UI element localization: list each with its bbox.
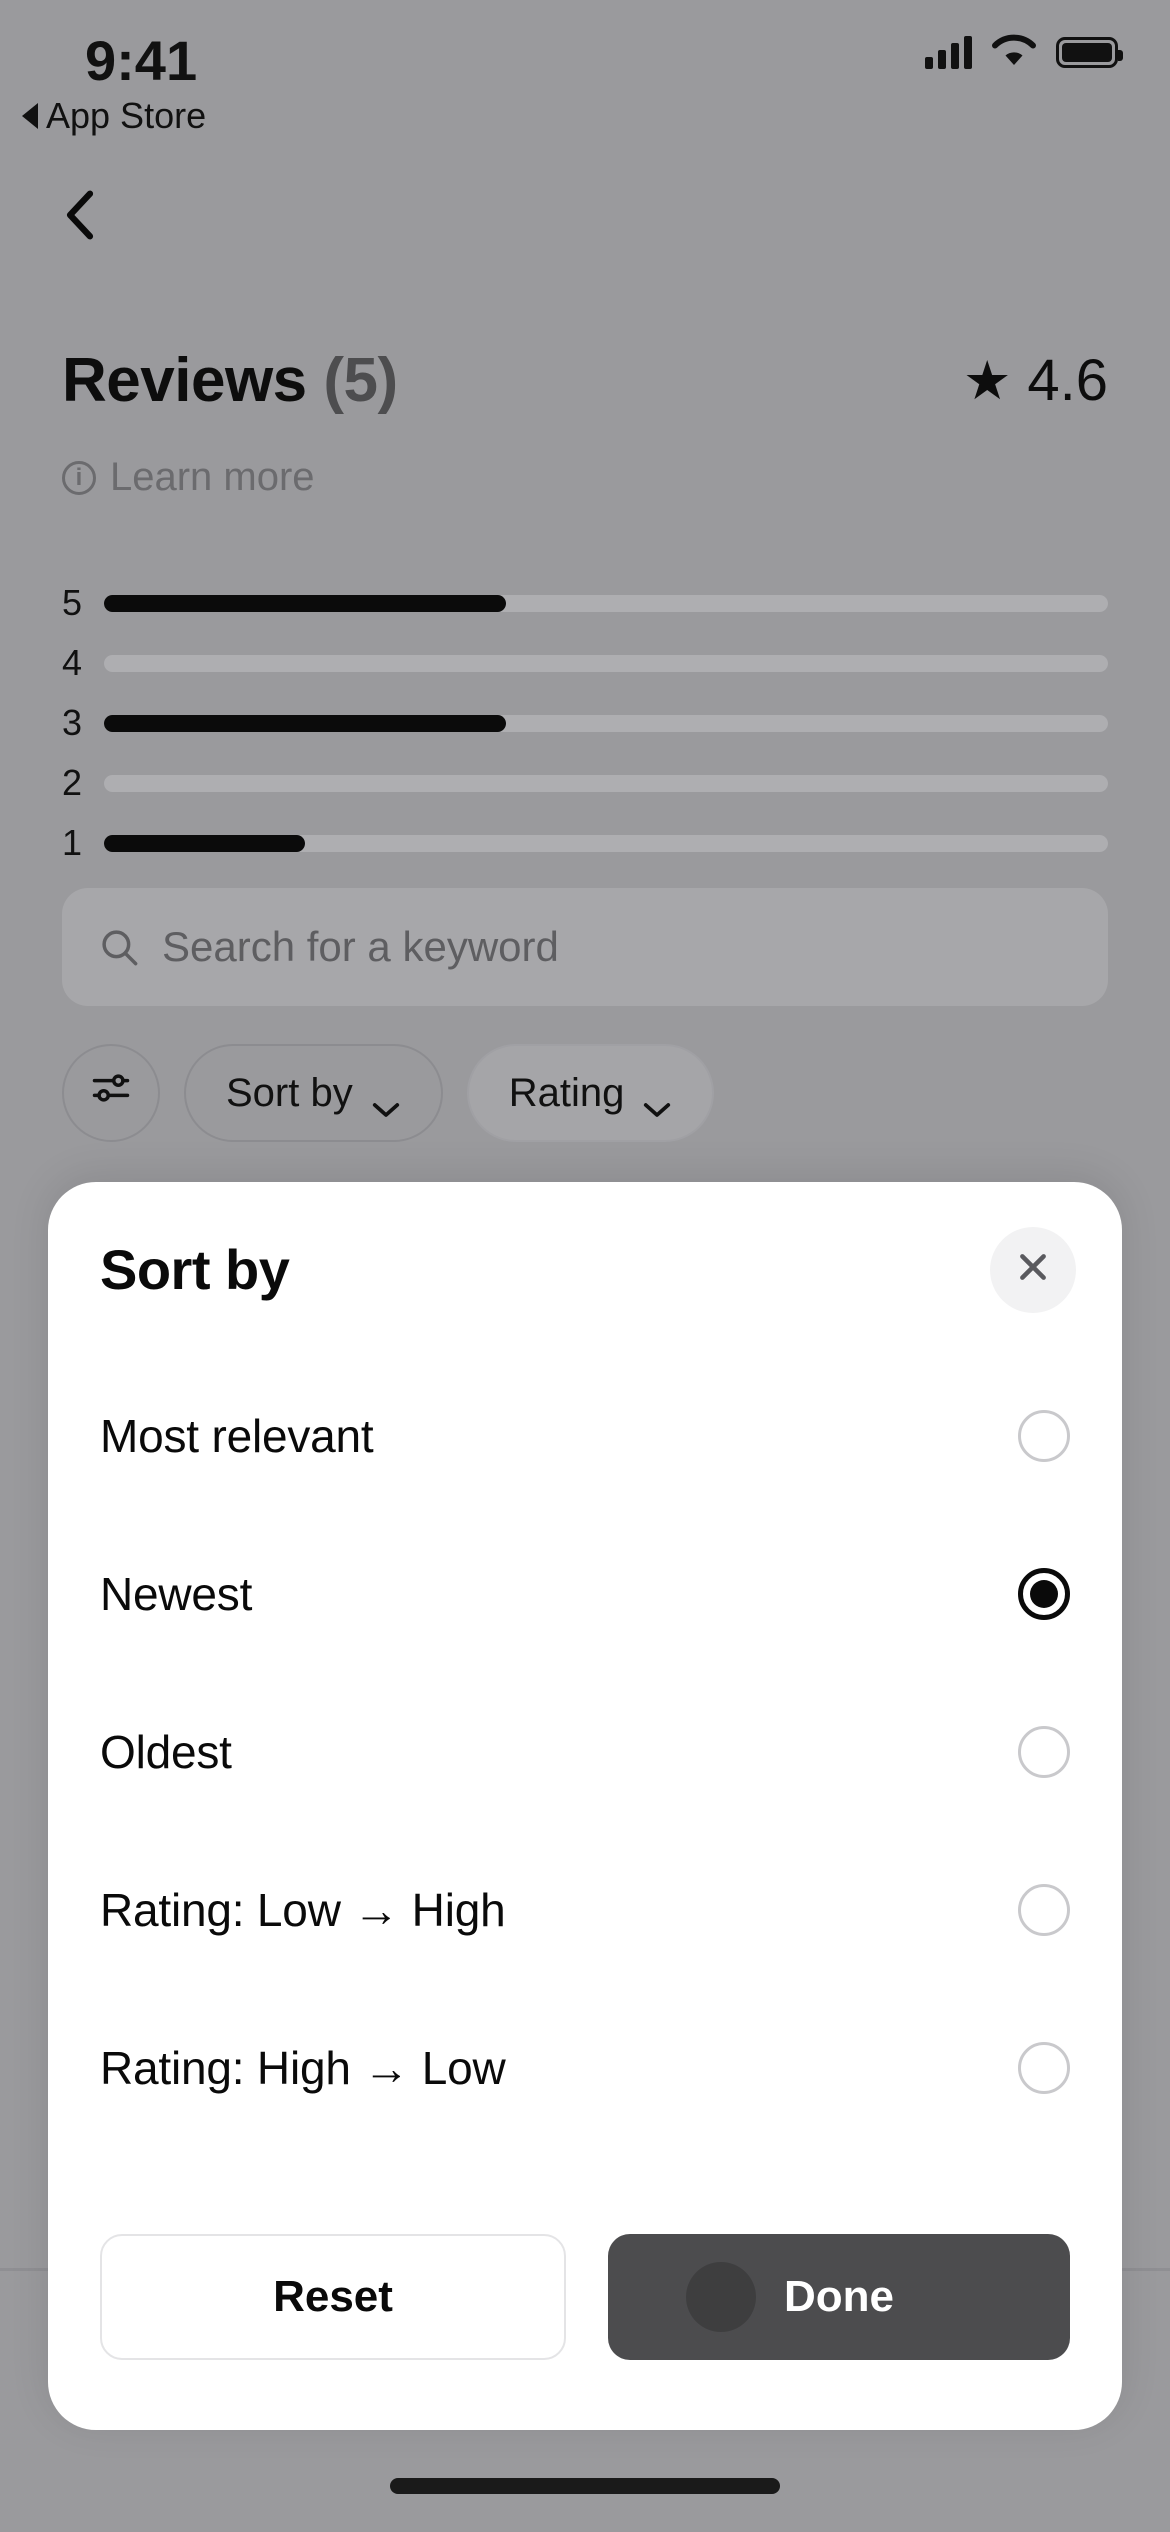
cellular-signal-icon: [925, 35, 972, 69]
wifi-icon: [990, 32, 1038, 73]
rating-bar-fill: [104, 714, 506, 732]
back-to-app-store-link[interactable]: App Store: [22, 95, 206, 137]
sort-option-radio[interactable]: [1018, 1410, 1070, 1462]
rating-bar-row[interactable]: 1: [62, 822, 1108, 863]
sheet-action-bar: Reset Done: [48, 2234, 1122, 2430]
sort-option-radio[interactable]: [1018, 2042, 1070, 2094]
sort-option-row[interactable]: Oldest: [100, 1673, 1070, 1831]
learn-more-label: Learn more: [110, 455, 315, 499]
search-icon: [98, 926, 140, 968]
rating-bar-fill: [104, 594, 506, 612]
sort-option-label: Oldest: [100, 1726, 232, 1778]
star-filled-icon: ★: [962, 350, 1012, 411]
touch-indicator: [686, 2262, 756, 2332]
chevron-left-icon: [66, 190, 94, 240]
rating-bar-track: [104, 774, 1108, 792]
rating-bar-track: [104, 654, 1108, 672]
status-bar: 9:41 App Store: [0, 0, 1170, 150]
sort-by-chip-label: Sort by: [226, 1070, 353, 1115]
back-triangle-icon: [22, 103, 38, 129]
filter-chip-row: Sort by Rating: [62, 1044, 715, 1142]
rating-chip-label: Rating: [508, 1070, 625, 1115]
back-button[interactable]: [40, 175, 120, 255]
reviews-header: Reviews (5) ★ 4.6: [0, 345, 1170, 416]
rating-bar-label: 4: [62, 642, 83, 683]
rating-bar-row[interactable]: 5: [62, 582, 1108, 623]
home-indicator: [390, 2478, 780, 2494]
rating-bar-track: [104, 834, 1108, 852]
sort-option-label: Newest: [100, 1568, 253, 1620]
sheet-header: Sort by: [48, 1182, 1122, 1357]
done-button-label: Done: [784, 2272, 894, 2321]
close-icon: [1016, 1250, 1050, 1289]
close-button[interactable]: [990, 1226, 1076, 1313]
sort-option-label: Rating: High → Low: [100, 2042, 506, 2094]
status-bar-icons: [925, 28, 1123, 76]
sort-by-chip[interactable]: Sort by: [184, 1044, 443, 1142]
average-rating-value: 4.6: [1027, 348, 1108, 413]
sort-option-radio[interactable]: [1018, 1884, 1070, 1936]
reviews-title-text: Reviews: [62, 346, 307, 415]
search-placeholder: Search for a keyword: [162, 923, 559, 970]
info-circle-icon: i: [62, 460, 96, 495]
back-app-label: App Store: [46, 95, 207, 136]
rating-bar-row[interactable]: 3: [62, 702, 1108, 743]
chevron-down-icon: [642, 1084, 672, 1117]
filter-chip[interactable]: [62, 1044, 160, 1142]
sort-option-label: Most relevant: [100, 1410, 374, 1462]
sort-by-sheet: Sort by Most relevant Newest Oldest Rating:…: [48, 1182, 1122, 2430]
reviews-count: (5): [323, 346, 398, 415]
sort-option-row[interactable]: Rating: High → Low: [100, 1989, 1070, 2147]
rating-bar-row[interactable]: 4: [62, 642, 1108, 683]
sort-option-row[interactable]: Newest: [100, 1515, 1070, 1673]
rating-bar-fill: [104, 834, 305, 852]
page-title: Reviews (5): [62, 345, 398, 416]
rating-bar-row[interactable]: 2: [62, 762, 1108, 803]
sort-option-radio[interactable]: [1018, 1568, 1070, 1620]
info-glyph: i: [75, 463, 83, 491]
sort-option-row[interactable]: Rating: Low → High: [100, 1831, 1070, 1989]
learn-more-link[interactable]: i Learn more: [62, 455, 315, 500]
battery-icon: [1056, 36, 1123, 68]
done-button[interactable]: Done: [608, 2234, 1070, 2360]
chevron-down-icon: [371, 1084, 401, 1117]
rating-bar-label: 3: [62, 702, 83, 743]
sort-option-row[interactable]: Most relevant: [100, 1357, 1070, 1515]
sort-option-radio[interactable]: [1018, 1726, 1070, 1778]
reset-button-label: Reset: [273, 2272, 393, 2321]
search-input[interactable]: Search for a keyword: [62, 888, 1108, 1006]
rating-bar-track: [104, 714, 1108, 732]
rating-bar-label: 5: [62, 582, 83, 623]
rating-bar-label: 2: [62, 762, 83, 803]
rating-distribution-chart: 5 4 3 2 1: [62, 582, 1108, 883]
sheet-title: Sort by: [100, 1238, 290, 1301]
sort-option-label: Rating: Low → High: [100, 1884, 506, 1936]
rating-bar-track: [104, 594, 1108, 612]
status-bar-time: 9:41: [85, 29, 198, 92]
rating-chip[interactable]: Rating: [466, 1044, 715, 1142]
sliders-icon: [89, 1066, 133, 1120]
average-rating: ★ 4.6: [963, 347, 1108, 414]
sort-options-list: Most relevant Newest Oldest Rating: Low → H…: [48, 1357, 1122, 2147]
reset-button[interactable]: Reset: [100, 2234, 566, 2360]
rating-bar-label: 1: [62, 822, 83, 863]
